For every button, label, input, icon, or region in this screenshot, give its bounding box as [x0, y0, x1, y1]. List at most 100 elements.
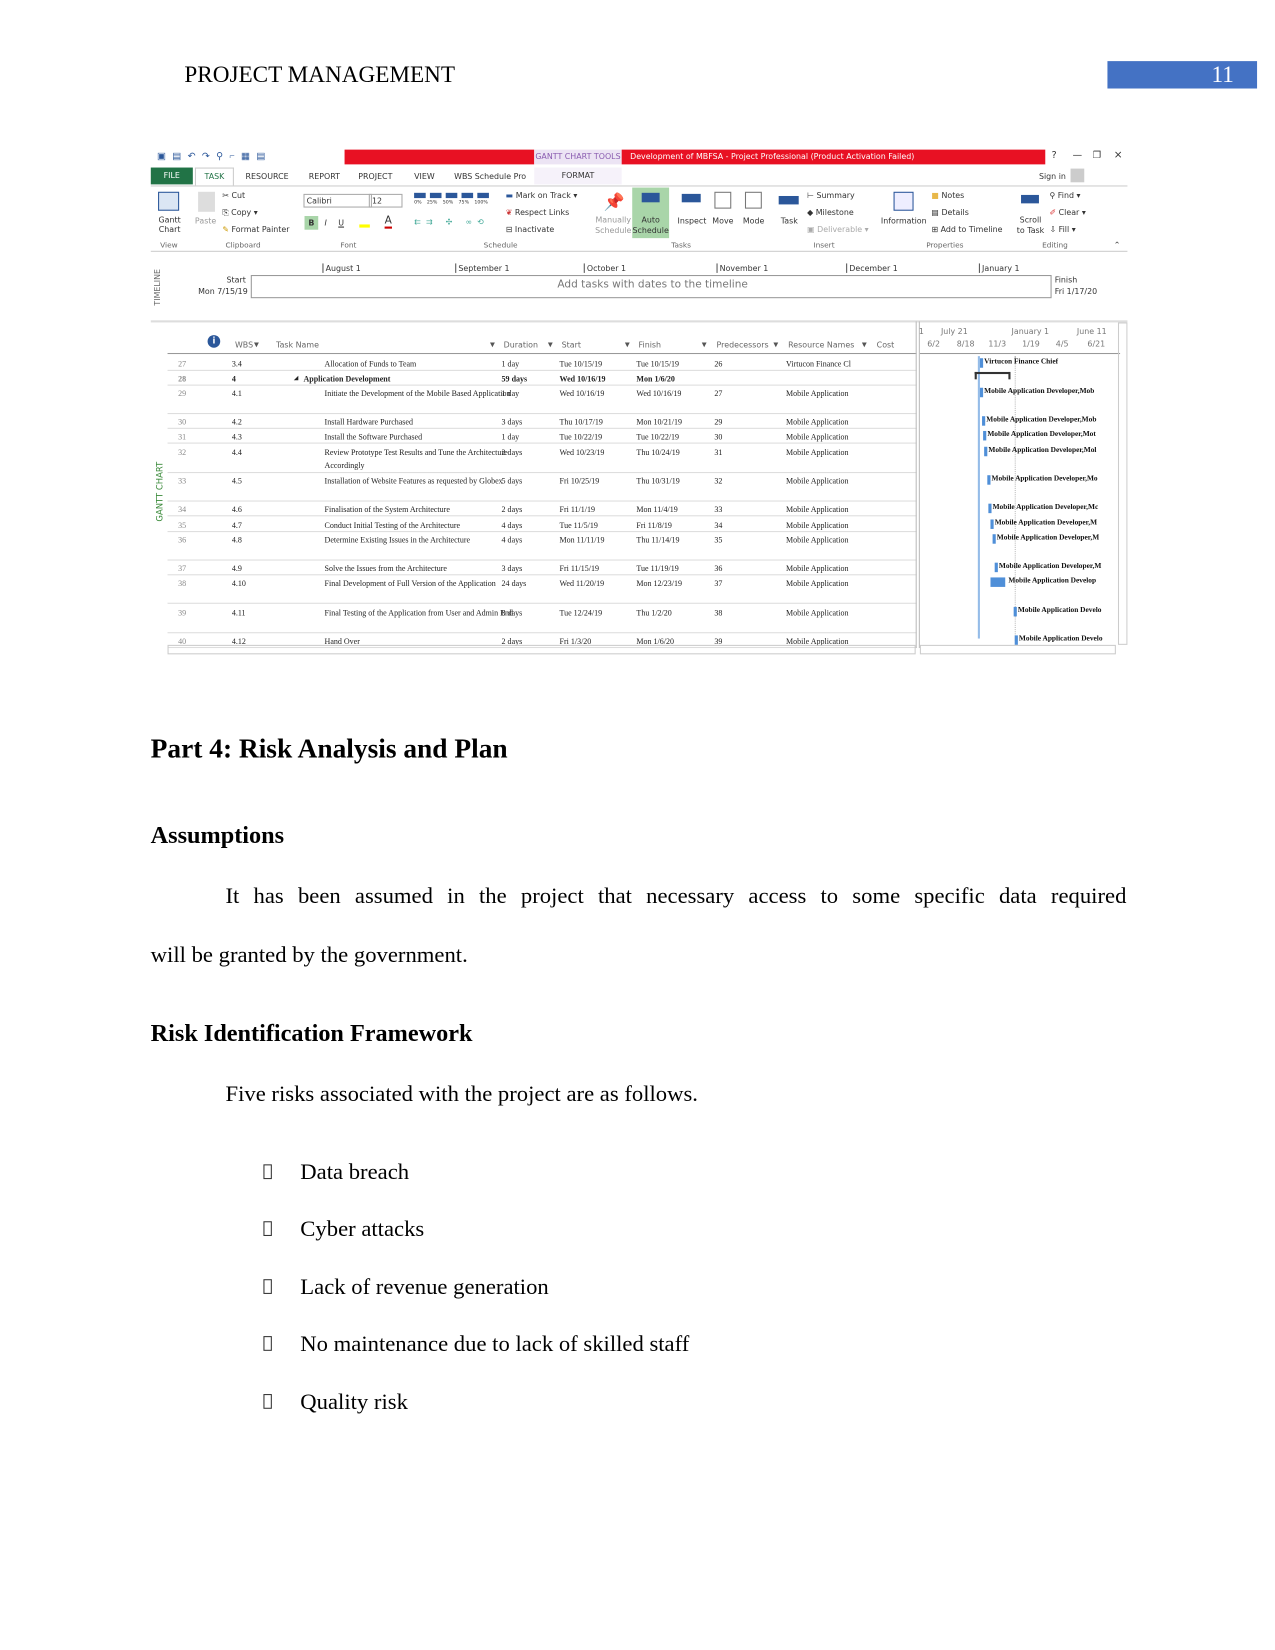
table-row[interactable]: 30 4.2 Install Hardware Purchased 3 days Thu… — [167, 414, 917, 429]
column-header-resource-names[interactable]: Resource Names — [788, 340, 854, 349]
cell-res: Mobile Application — [786, 504, 849, 515]
task-bar[interactable] — [987, 475, 991, 485]
minimize-button[interactable]: — — [1073, 151, 1082, 162]
gantt-chart-button[interactable]: Gantt Chart — [156, 215, 183, 234]
font-color-icon[interactable]: A — [384, 215, 392, 229]
table-row[interactable]: 28 4 Application Development 59 days Wed 10/… — [167, 371, 917, 386]
milestone-button[interactable]: Milestone — [816, 208, 854, 217]
information-button[interactable]: Information — [881, 216, 927, 225]
summary-bar[interactable] — [974, 371, 1011, 380]
column-header-start[interactable]: Start — [562, 340, 581, 349]
table-row[interactable]: 34 4.6 Finalisation of the System Architec… — [167, 502, 917, 517]
percent-0-button[interactable]: 0% — [414, 200, 422, 205]
tab-wbs-schedule-pro[interactable]: WBS Schedule Pro — [454, 172, 526, 181]
percent-75-button[interactable]: 75% — [459, 200, 470, 205]
restore-button[interactable]: ❐ — [1093, 151, 1102, 162]
task-bar[interactable] — [1014, 635, 1018, 645]
cell-finish: Wed 10/16/19 — [636, 388, 682, 399]
task-bar[interactable] — [982, 416, 986, 426]
task-bar[interactable] — [994, 562, 998, 573]
notes-button[interactable]: Notes — [941, 191, 964, 200]
details-button[interactable]: Details — [941, 208, 968, 217]
cell-id: 36 — [178, 535, 187, 545]
percent-25-button[interactable]: 25% — [427, 200, 438, 205]
column-header-task-name[interactable]: Task Name — [276, 340, 319, 349]
find-button[interactable]: Find — [1058, 191, 1074, 200]
gantt-horizontal-scrollbar[interactable] — [919, 644, 1116, 655]
table-row[interactable]: 38 4.10 Final Development of Full Version … — [167, 575, 917, 604]
table-row[interactable]: 32 4.4 Review Prototype Test Results and T… — [167, 445, 917, 474]
tab-task[interactable]: TASK — [194, 167, 234, 186]
close-button[interactable]: × — [1114, 150, 1123, 162]
tab-resource[interactable]: RESOURCE — [246, 172, 289, 181]
summary-button[interactable]: Summary — [817, 191, 855, 200]
task-bar[interactable] — [988, 503, 992, 514]
avatar[interactable] — [1070, 168, 1085, 183]
task-bar[interactable] — [1013, 606, 1017, 617]
column-header-predecessors[interactable]: Predecessors — [717, 340, 769, 349]
percent-100-button[interactable]: 100% — [474, 200, 488, 205]
font-name-select[interactable]: Calibri — [303, 193, 372, 208]
table-row[interactable]: 36 4.8 Determine Existing Issues in the Ar… — [167, 532, 917, 561]
percent-50-button[interactable]: 50% — [443, 200, 454, 205]
insert-task-button[interactable]: Task — [781, 216, 798, 225]
table-row[interactable]: 39 4.11 Final Testing of the Application f… — [167, 605, 917, 634]
respect-links-button[interactable]: Respect Links — [515, 208, 569, 217]
inspect-button[interactable]: Inspect — [678, 216, 707, 225]
format-painter-button[interactable]: Format Painter — [231, 224, 289, 233]
tab-project[interactable]: PROJECT — [358, 172, 392, 181]
add-to-timeline-button[interactable]: Add to Timeline — [941, 224, 1003, 233]
task-bar[interactable] — [983, 430, 987, 441]
table-row[interactable]: 35 4.7 Conduct Initial Testing of the Arch… — [167, 517, 917, 533]
fill-button[interactable]: Fill — [1059, 224, 1070, 233]
pin-icon: 📌 — [603, 193, 625, 212]
table-row[interactable]: 33 4.5 Installation of Website Features as… — [167, 473, 917, 502]
task-bar[interactable] — [979, 358, 984, 368]
collapse-ribbon-icon[interactable]: ⌃ — [1114, 240, 1121, 249]
column-header-wbs[interactable]: WBS — [235, 340, 253, 349]
column-header-finish[interactable]: Finish — [639, 340, 662, 349]
scroll-to-task-button[interactable]: Scroll to Task — [1015, 215, 1047, 236]
italic-button[interactable]: I — [325, 218, 327, 227]
table-row[interactable]: 27 3.4 Allocation of Funds to Team 1 day Tue… — [167, 356, 917, 371]
task-bar[interactable] — [979, 387, 984, 398]
bold-button[interactable]: B — [304, 216, 319, 230]
tab-file[interactable]: FILE — [150, 167, 193, 185]
clear-button[interactable]: Clear — [1059, 208, 1080, 217]
cell-res: Mobile Application — [786, 520, 849, 531]
manually-schedule-button[interactable]: Manually Schedule — [594, 215, 632, 236]
tab-format[interactable]: FORMAT — [534, 167, 622, 185]
cell-name: Install the Software Purchased — [324, 432, 423, 442]
indent-link-icons[interactable]: ⇇⇉ ✣ ∞⟲ — [414, 217, 489, 226]
mode-button[interactable]: Mode — [743, 216, 765, 225]
column-header-cost[interactable]: Cost — [877, 340, 895, 349]
inactivate-button[interactable]: Inactivate — [515, 224, 554, 233]
help-button[interactable]: ? — [1052, 151, 1057, 162]
font-size-select[interactable]: 12 — [368, 193, 403, 208]
task-bar[interactable] — [990, 519, 994, 529]
cell-start: Fri 10/25/19 — [559, 476, 600, 486]
table-row[interactable]: 37 4.9 Solve the Issues from the Architect… — [167, 561, 917, 576]
mark-on-track-button[interactable]: Mark on Track — [516, 191, 571, 200]
copy-button[interactable]: Copy — [231, 208, 251, 217]
cut-button[interactable]: Cut — [231, 191, 245, 200]
tab-view[interactable]: VIEW — [414, 172, 435, 181]
table-horizontal-scrollbar[interactable] — [167, 644, 916, 655]
table-row[interactable]: 31 4.3 Install the Software Purchased 1 day… — [167, 429, 917, 444]
task-bar[interactable] — [992, 534, 996, 544]
deliverable-button[interactable]: Deliverable — [817, 224, 862, 233]
paste-button[interactable]: Paste — [195, 216, 216, 225]
task-bar[interactable] — [984, 446, 988, 457]
sign-in-link[interactable]: Sign in — [1039, 172, 1066, 181]
tab-report[interactable]: REPORT — [309, 172, 340, 181]
task-bar[interactable] — [990, 577, 1006, 587]
format-painter-icon: ✎ — [222, 224, 229, 234]
splitter[interactable] — [915, 321, 920, 649]
highlight-icon[interactable] — [359, 217, 370, 228]
column-header-duration[interactable]: Duration — [504, 340, 538, 349]
move-button[interactable]: Move — [712, 216, 733, 225]
table-row[interactable]: 29 4.1 Initiate the Development of the Mob… — [167, 386, 917, 415]
vertical-scrollbar[interactable] — [1117, 322, 1128, 645]
collapse-icon[interactable]: ◢ — [294, 373, 298, 386]
underline-button[interactable]: U — [338, 218, 344, 227]
